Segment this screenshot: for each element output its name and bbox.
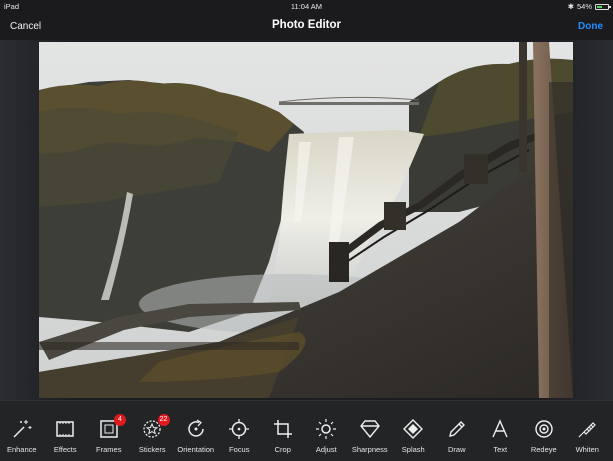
status-bar: iPad 11:04 AM ✱ 54% bbox=[0, 0, 613, 12]
tool-redeye[interactable]: Redeye bbox=[522, 401, 566, 461]
tool-label: Whiten bbox=[562, 445, 613, 454]
tool-enhance[interactable]: Enhance bbox=[0, 401, 44, 461]
tool-text[interactable]: Text bbox=[479, 401, 523, 461]
crop-icon bbox=[272, 418, 294, 440]
eye-icon bbox=[533, 418, 555, 440]
tool-bar: Enhance Effects 4 Frames 22 Stickers Ori… bbox=[0, 400, 613, 461]
tool-stickers[interactable]: 22 Stickers bbox=[131, 401, 175, 461]
diamond-icon bbox=[359, 418, 381, 440]
battery-percent: 54% bbox=[577, 2, 592, 11]
tool-orientation[interactable]: Orientation bbox=[174, 401, 218, 461]
magic-wand-icon bbox=[11, 418, 33, 440]
tool-effects[interactable]: Effects bbox=[44, 401, 88, 461]
battery-icon bbox=[595, 4, 609, 10]
tool-crop[interactable]: Crop bbox=[261, 401, 305, 461]
rotate-icon bbox=[185, 418, 207, 440]
tool-adjust[interactable]: Adjust bbox=[305, 401, 349, 461]
frames-badge: 4 bbox=[114, 414, 126, 426]
photo[interactable] bbox=[39, 42, 573, 398]
tool-frames[interactable]: 4 Frames bbox=[87, 401, 131, 461]
status-time: 11:04 AM bbox=[0, 2, 613, 11]
pencil-icon bbox=[446, 418, 468, 440]
stickers-badge: 22 bbox=[158, 414, 170, 426]
page-title: Photo Editor bbox=[0, 19, 613, 31]
tool-draw[interactable]: Draw bbox=[435, 401, 479, 461]
tool-splash[interactable]: Splash bbox=[392, 401, 436, 461]
brush-icon bbox=[576, 418, 598, 440]
tool-whiten[interactable]: Whiten bbox=[566, 401, 610, 461]
photo-canvas bbox=[0, 40, 613, 400]
splash-icon bbox=[402, 418, 424, 440]
tool-sharpness[interactable]: Sharpness bbox=[348, 401, 392, 461]
text-icon bbox=[489, 418, 511, 440]
tool-focus[interactable]: Focus bbox=[218, 401, 262, 461]
bluetooth-icon: ✱ bbox=[568, 2, 574, 11]
nav-bar: Cancel Photo Editor Done bbox=[0, 12, 613, 40]
sun-icon bbox=[315, 418, 337, 440]
focus-icon bbox=[228, 418, 250, 440]
status-right: ✱ 54% bbox=[568, 2, 609, 11]
film-icon bbox=[54, 418, 76, 440]
done-button[interactable]: Done bbox=[578, 21, 603, 32]
